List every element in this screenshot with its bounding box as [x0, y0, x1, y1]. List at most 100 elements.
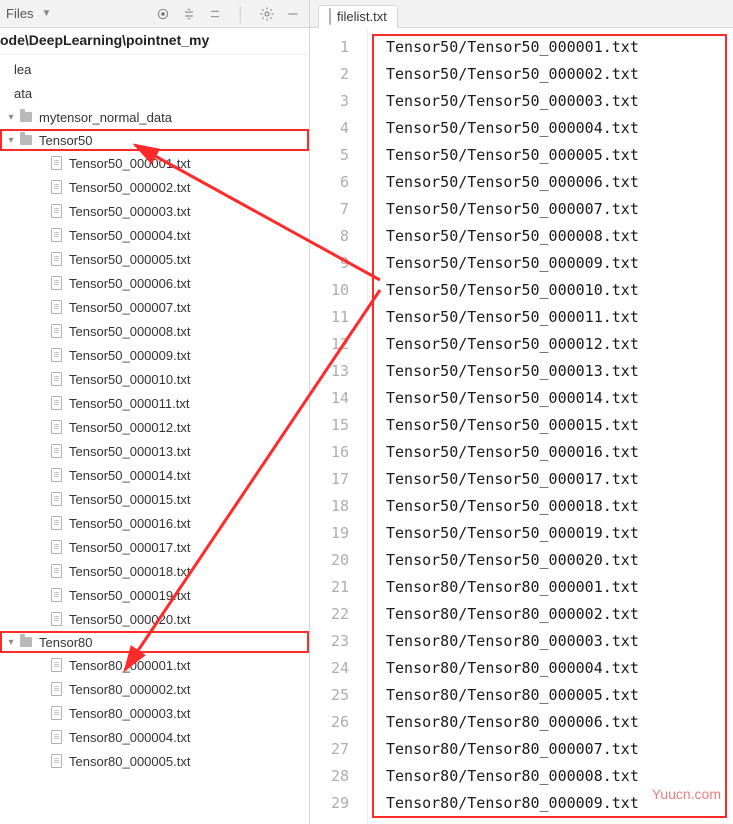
code-line[interactable]: Tensor80/Tensor80_000006.txt: [386, 709, 733, 736]
tree-label: Tensor50_000007.txt: [69, 300, 190, 315]
file-icon: [48, 371, 64, 387]
tree-label: Tensor50_000016.txt: [69, 516, 190, 531]
file-icon: [48, 587, 64, 603]
code-line[interactable]: Tensor50/Tensor50_000018.txt: [386, 493, 733, 520]
line-number: 9: [310, 250, 349, 277]
file-icon: [48, 299, 64, 315]
breadcrumb[interactable]: ode\DeepLearning\pointnet_my: [0, 28, 309, 55]
code-line[interactable]: Tensor50/Tensor50_000017.txt: [386, 466, 733, 493]
code-line[interactable]: Tensor50/Tensor50_000003.txt: [386, 88, 733, 115]
tree-file[interactable]: Tensor50_000012.txt: [0, 415, 309, 439]
file-icon: [48, 539, 64, 555]
code-line[interactable]: Tensor50/Tensor50_000019.txt: [386, 520, 733, 547]
code-line[interactable]: Tensor50/Tensor50_000013.txt: [386, 358, 733, 385]
code-line[interactable]: Tensor80/Tensor80_000003.txt: [386, 628, 733, 655]
line-number: 21: [310, 574, 349, 601]
tree-folder[interactable]: ▾ mytensor_normal_data: [0, 105, 309, 129]
tree-folder-tensor80[interactable]: ▾ Tensor80: [0, 631, 309, 653]
line-number: 2: [310, 61, 349, 88]
tree-file[interactable]: Tensor50_000006.txt: [0, 271, 309, 295]
line-number: 25: [310, 682, 349, 709]
folder-icon: [18, 634, 34, 650]
code-line[interactable]: Tensor50/Tensor50_000011.txt: [386, 304, 733, 331]
code-line[interactable]: Tensor50/Tensor50_000005.txt: [386, 142, 733, 169]
file-icon: [48, 395, 64, 411]
code-line[interactable]: Tensor50/Tensor50_000008.txt: [386, 223, 733, 250]
tree-file[interactable]: Tensor50_000008.txt: [0, 319, 309, 343]
tree-label: Tensor80_000001.txt: [69, 658, 190, 673]
code-line[interactable]: Tensor80/Tensor80_000005.txt: [386, 682, 733, 709]
chevron-down-icon[interactable]: ▾: [4, 135, 18, 146]
code-area[interactable]: Tensor50/Tensor50_000001.txtTensor50/Ten…: [368, 28, 733, 824]
code-line[interactable]: Tensor50/Tensor50_000010.txt: [386, 277, 733, 304]
tree-file[interactable]: Tensor50_000020.txt: [0, 607, 309, 631]
chevron-down-icon[interactable]: ▾: [4, 637, 18, 648]
file-icon: [48, 251, 64, 267]
file-icon: [48, 563, 64, 579]
tree-file[interactable]: Tensor50_000001.txt: [0, 151, 309, 175]
tree-file[interactable]: Tensor50_000013.txt: [0, 439, 309, 463]
code-line[interactable]: Tensor80/Tensor80_000001.txt: [386, 574, 733, 601]
code-line[interactable]: Tensor50/Tensor50_000016.txt: [386, 439, 733, 466]
editor[interactable]: 1234567891011121314151617181920212223242…: [310, 28, 733, 824]
tree-file[interactable]: Tensor50_000014.txt: [0, 463, 309, 487]
code-line[interactable]: Tensor50/Tensor50_000002.txt: [386, 61, 733, 88]
tree-folder-tensor50[interactable]: ▾ Tensor50: [0, 129, 309, 151]
tab-filelist[interactable]: filelist.txt: [318, 5, 398, 28]
gear-icon[interactable]: [257, 4, 277, 24]
tree-label: Tensor50_000005.txt: [69, 252, 190, 267]
code-line[interactable]: Tensor50/Tensor50_000009.txt: [386, 250, 733, 277]
tree-file[interactable]: Tensor50_000005.txt: [0, 247, 309, 271]
tree-file[interactable]: Tensor80_000001.txt: [0, 653, 309, 677]
tree-file[interactable]: Tensor50_000018.txt: [0, 559, 309, 583]
file-icon: [48, 729, 64, 745]
line-number: 14: [310, 385, 349, 412]
code-line[interactable]: Tensor50/Tensor50_000012.txt: [386, 331, 733, 358]
tree-item[interactable]: ata: [0, 81, 309, 105]
tree-file[interactable]: Tensor50_000019.txt: [0, 583, 309, 607]
tree-file[interactable]: Tensor50_000016.txt: [0, 511, 309, 535]
file-icon: [48, 323, 64, 339]
tree-file[interactable]: Tensor80_000005.txt: [0, 749, 309, 773]
code-line[interactable]: Tensor50/Tensor50_000020.txt: [386, 547, 733, 574]
tree-file[interactable]: Tensor50_000015.txt: [0, 487, 309, 511]
project-tree: lea ata ▾ mytensor_normal_data ▾ Tensor5…: [0, 55, 309, 824]
code-line[interactable]: Tensor80/Tensor80_000009.txt: [386, 790, 733, 817]
code-line[interactable]: Tensor80/Tensor80_000008.txt: [386, 763, 733, 790]
tree-file[interactable]: Tensor50_000002.txt: [0, 175, 309, 199]
tree-file[interactable]: Tensor80_000002.txt: [0, 677, 309, 701]
tree-item[interactable]: lea: [0, 57, 309, 81]
tree-label: Tensor80_000002.txt: [69, 682, 190, 697]
tree-file[interactable]: Tensor50_000017.txt: [0, 535, 309, 559]
expand-all-icon[interactable]: [179, 4, 199, 24]
tree-file[interactable]: Tensor50_000007.txt: [0, 295, 309, 319]
code-line[interactable]: Tensor50/Tensor50_000007.txt: [386, 196, 733, 223]
code-line[interactable]: Tensor50/Tensor50_000001.txt: [386, 34, 733, 61]
tree-file[interactable]: Tensor80_000003.txt: [0, 701, 309, 725]
chevron-down-icon[interactable]: ▾: [4, 112, 18, 123]
collapse-all-icon[interactable]: [205, 4, 225, 24]
minimize-icon[interactable]: [283, 4, 303, 24]
target-icon[interactable]: [153, 4, 173, 24]
tree-file[interactable]: Tensor50_000004.txt: [0, 223, 309, 247]
tree-label: Tensor50_000013.txt: [69, 444, 190, 459]
tree-file[interactable]: Tensor50_000003.txt: [0, 199, 309, 223]
code-line[interactable]: Tensor80/Tensor80_000007.txt: [386, 736, 733, 763]
chevron-down-icon[interactable]: ▼: [41, 8, 51, 19]
code-line[interactable]: Tensor50/Tensor50_000015.txt: [386, 412, 733, 439]
tree-label: Tensor50_000020.txt: [69, 612, 190, 627]
tree-file[interactable]: Tensor50_000010.txt: [0, 367, 309, 391]
code-line[interactable]: Tensor80/Tensor80_000004.txt: [386, 655, 733, 682]
code-line[interactable]: Tensor50/Tensor50_000014.txt: [386, 385, 733, 412]
code-line[interactable]: Tensor50/Tensor50_000004.txt: [386, 115, 733, 142]
code-line[interactable]: Tensor50/Tensor50_000006.txt: [386, 169, 733, 196]
line-number: 5: [310, 142, 349, 169]
line-number: 28: [310, 763, 349, 790]
file-icon: [48, 705, 64, 721]
panel-title[interactable]: Files: [6, 6, 33, 21]
tree-file[interactable]: Tensor80_000004.txt: [0, 725, 309, 749]
tree-file[interactable]: Tensor50_000009.txt: [0, 343, 309, 367]
code-line[interactable]: Tensor80/Tensor80_000002.txt: [386, 601, 733, 628]
tree-file[interactable]: Tensor50_000011.txt: [0, 391, 309, 415]
file-icon: [48, 657, 64, 673]
